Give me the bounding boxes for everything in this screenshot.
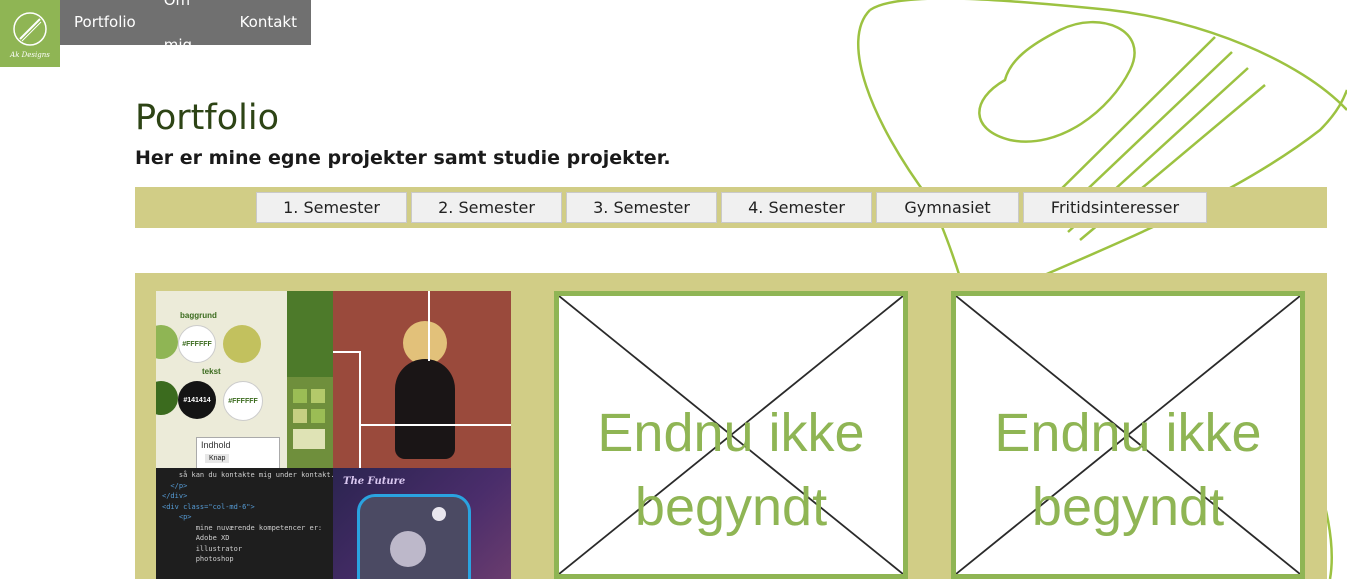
palette-label-baggrund: baggrund [180, 311, 217, 320]
swatch-white: #FFFFFF [178, 325, 216, 363]
content-box-title: Indhold [201, 440, 231, 450]
project-placeholder-2[interactable]: Endnu ikke begyndt [951, 291, 1305, 579]
project-placeholder-1[interactable]: Endnu ikke begyndt [554, 291, 908, 579]
placeholder-line-2: begyndt [634, 477, 828, 537]
code-line: Adobe XD [162, 534, 230, 542]
swatch-green [156, 325, 178, 359]
nav-link-portfolio[interactable]: Portfolio [60, 0, 150, 45]
semester-filter-bar: 1. Semester 2. Semester 3. Semester 4. S… [135, 187, 1327, 228]
code-line: </p> [162, 481, 188, 490]
logo-pen-icon: Ak Designs [9, 11, 50, 59]
projects-grid: baggrund #FFFFFF tekst #141414 #FFFFFF I… [135, 273, 1327, 579]
poster-title: The Future [343, 476, 406, 487]
phone-frame [357, 494, 471, 579]
semester-button-4[interactable]: 4. Semester [721, 192, 872, 223]
placeholder-text: Endnu ikke begyndt [559, 396, 903, 544]
code-line: photoshop [162, 555, 234, 563]
style-guide-image: baggrund #FFFFFF tekst #141414 #FFFFFF I… [156, 291, 287, 469]
palette-label-tekst: tekst [202, 367, 221, 376]
semester-button-2[interactable]: 2. Semester [411, 192, 562, 223]
logo[interactable]: Ak Designs [0, 0, 60, 67]
placeholder-line-1: Endnu ikke [994, 403, 1262, 463]
content-box: Indhold Knap [196, 437, 280, 469]
poster-image [333, 291, 511, 468]
swatch-dark-green [156, 381, 178, 415]
semester-button-fritidsinteresser[interactable]: Fritidsinteresser [1023, 192, 1207, 223]
placeholder-line-1: Endnu ikke [597, 403, 865, 463]
nav-link-kontakt[interactable]: Kontakt [226, 0, 311, 45]
placeholder-text: Endnu ikke begyndt [956, 396, 1300, 544]
swatch-olive [223, 325, 261, 363]
swatch-black: #141414 [178, 381, 216, 419]
page-subtitle: Her er mine egne projekter samt studie p… [135, 147, 671, 169]
code-line: så kan du kontakte mig under kontakt. [162, 471, 335, 479]
code-line: illustrator [162, 544, 243, 553]
semester-button-3[interactable]: 3. Semester [566, 192, 717, 223]
ui-tiles-image [287, 291, 333, 468]
nav-link-om-mig[interactable]: Om mig [150, 0, 226, 68]
code-line: </div> [162, 492, 188, 500]
code-line: mine nuværende kompetencer er: [162, 523, 323, 532]
code-line: <p> [162, 513, 192, 521]
main-nav: Portfolio Om mig Kontakt [60, 0, 311, 54]
project-thumbnail-collage[interactable]: baggrund #FFFFFF tekst #141414 #FFFFFF I… [156, 291, 511, 579]
phone-mockup-image: The Future [333, 468, 511, 579]
placeholder-line-2: begyndt [1031, 477, 1225, 537]
page-title: Portfolio [135, 98, 279, 138]
svg-text:Ak Designs: Ak Designs [9, 51, 50, 59]
code-line: <div class="col-md-6"> [162, 502, 255, 511]
swatch-white-2: #FFFFFF [223, 381, 263, 421]
content-box-button: Knap [205, 454, 230, 463]
code-screenshot: så kan du kontakte mig under kontakt. </… [156, 468, 335, 579]
semester-button-1[interactable]: 1. Semester [256, 192, 407, 223]
semester-button-gymnasiet[interactable]: Gymnasiet [876, 192, 1019, 223]
